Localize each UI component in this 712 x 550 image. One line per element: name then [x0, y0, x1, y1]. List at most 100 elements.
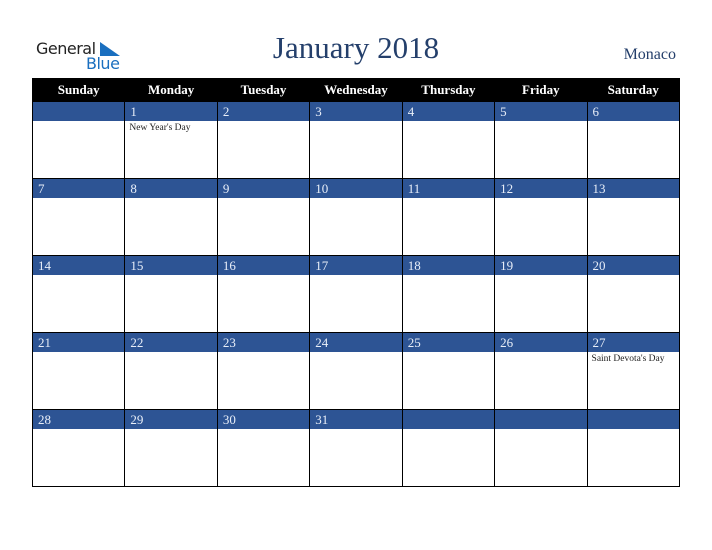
- day-event: [310, 352, 401, 409]
- weekday-header: Monday: [124, 78, 218, 102]
- day-event: [403, 429, 494, 486]
- day-number: [402, 410, 495, 429]
- day-cell[interactable]: 17: [309, 255, 403, 333]
- day-event: [218, 352, 309, 409]
- day-cell[interactable]: 8: [124, 178, 218, 256]
- day-event: [403, 198, 494, 255]
- day-event: [403, 121, 494, 178]
- day-event: Saint Devota's Day: [591, 354, 665, 364]
- day-cell[interactable]: 22: [124, 332, 218, 410]
- day-number: 29: [125, 410, 217, 429]
- day-number: 2: [217, 102, 310, 121]
- day-cell[interactable]: 6: [586, 102, 681, 179]
- day-event: [218, 198, 309, 255]
- day-number: [495, 410, 587, 429]
- day-number: 11: [402, 179, 495, 198]
- day-number: 30: [217, 410, 310, 429]
- day-event: [33, 275, 124, 332]
- day-cell[interactable]: 19: [494, 255, 588, 333]
- day-cell[interactable]: 31: [309, 409, 403, 487]
- day-event: [310, 121, 401, 178]
- day-cell[interactable]: 20: [586, 255, 681, 333]
- day-event: [125, 275, 216, 332]
- weekday-header: Thursday: [401, 78, 496, 102]
- day-number: 16: [217, 256, 310, 275]
- weekday-header: Sunday: [31, 78, 126, 102]
- day-number: 13: [587, 179, 679, 198]
- day-cell[interactable]: 10: [309, 178, 403, 256]
- day-cell[interactable]: 27 Saint Devota's Day: [586, 332, 681, 410]
- day-event: [310, 429, 401, 486]
- day-cell[interactable]: 24: [309, 332, 403, 410]
- day-number: 5: [495, 102, 587, 121]
- day-cell[interactable]: 18: [401, 255, 496, 333]
- day-number: 14: [33, 256, 125, 275]
- week-row: 1 New Year's Day 2 3 4 5 6: [31, 102, 681, 179]
- day-cell[interactable]: 1 New Year's Day: [124, 102, 218, 179]
- weekday-header: Tuesday: [216, 78, 311, 102]
- day-number: 24: [310, 333, 402, 352]
- day-cell[interactable]: 4: [401, 102, 496, 179]
- day-cell[interactable]: 7: [31, 178, 126, 256]
- day-cell[interactable]: 14: [31, 255, 126, 333]
- day-event: [310, 198, 401, 255]
- day-cell[interactable]: 15: [124, 255, 218, 333]
- day-event: [495, 429, 586, 486]
- day-cell[interactable]: 21: [31, 332, 126, 410]
- day-number: 7: [33, 179, 125, 198]
- day-number: 3: [310, 102, 402, 121]
- day-cell[interactable]: 29: [124, 409, 218, 487]
- day-event: [33, 352, 124, 409]
- day-cell[interactable]: 30: [216, 409, 311, 487]
- day-number: 21: [33, 333, 125, 352]
- day-cell[interactable]: [31, 102, 126, 179]
- day-cell[interactable]: [494, 409, 588, 487]
- day-number: 6: [587, 102, 679, 121]
- day-event: [495, 121, 586, 178]
- day-cell[interactable]: [401, 409, 496, 487]
- day-cell[interactable]: 3: [309, 102, 403, 179]
- day-number: 9: [217, 179, 310, 198]
- day-event: [33, 121, 124, 178]
- day-event: [588, 121, 679, 178]
- day-number: 28: [33, 410, 125, 429]
- day-event: [495, 198, 586, 255]
- calendar-grid: Sunday Monday Tuesday Wednesday Thursday…: [31, 78, 681, 487]
- day-event: [403, 352, 494, 409]
- day-cell[interactable]: 23: [216, 332, 311, 410]
- day-number: 10: [310, 179, 402, 198]
- day-event: [125, 352, 216, 409]
- day-number: 17: [310, 256, 402, 275]
- day-number: [33, 102, 125, 121]
- day-number: [587, 410, 679, 429]
- day-cell[interactable]: 25: [401, 332, 496, 410]
- day-cell[interactable]: 13: [586, 178, 681, 256]
- day-cell[interactable]: 11: [401, 178, 496, 256]
- weekday-header: Friday: [494, 78, 588, 102]
- day-event: [218, 121, 309, 178]
- day-number: 12: [495, 179, 587, 198]
- day-number: 22: [125, 333, 217, 352]
- week-row: 21 22 23 24 25 26 27 Saint Devota's Day: [31, 332, 681, 410]
- day-cell[interactable]: 2: [216, 102, 311, 179]
- day-cell[interactable]: 12: [494, 178, 588, 256]
- day-number: 31: [310, 410, 402, 429]
- day-event: [33, 429, 124, 486]
- day-event: [310, 275, 401, 332]
- day-cell[interactable]: 26: [494, 332, 588, 410]
- day-number: 18: [402, 256, 495, 275]
- day-cell[interactable]: [586, 409, 681, 487]
- week-row: 28 29 30 31: [31, 409, 681, 487]
- day-event: [588, 198, 679, 255]
- day-cell[interactable]: 5: [494, 102, 588, 179]
- day-number: 26: [495, 333, 587, 352]
- day-cell[interactable]: 16: [216, 255, 311, 333]
- day-event: [495, 352, 586, 409]
- day-event: [218, 429, 309, 486]
- day-event: [588, 429, 679, 486]
- day-cell[interactable]: 9: [216, 178, 311, 256]
- day-number: 4: [402, 102, 495, 121]
- day-number: 20: [587, 256, 679, 275]
- day-cell[interactable]: 28: [31, 409, 126, 487]
- day-number: 1: [125, 102, 217, 121]
